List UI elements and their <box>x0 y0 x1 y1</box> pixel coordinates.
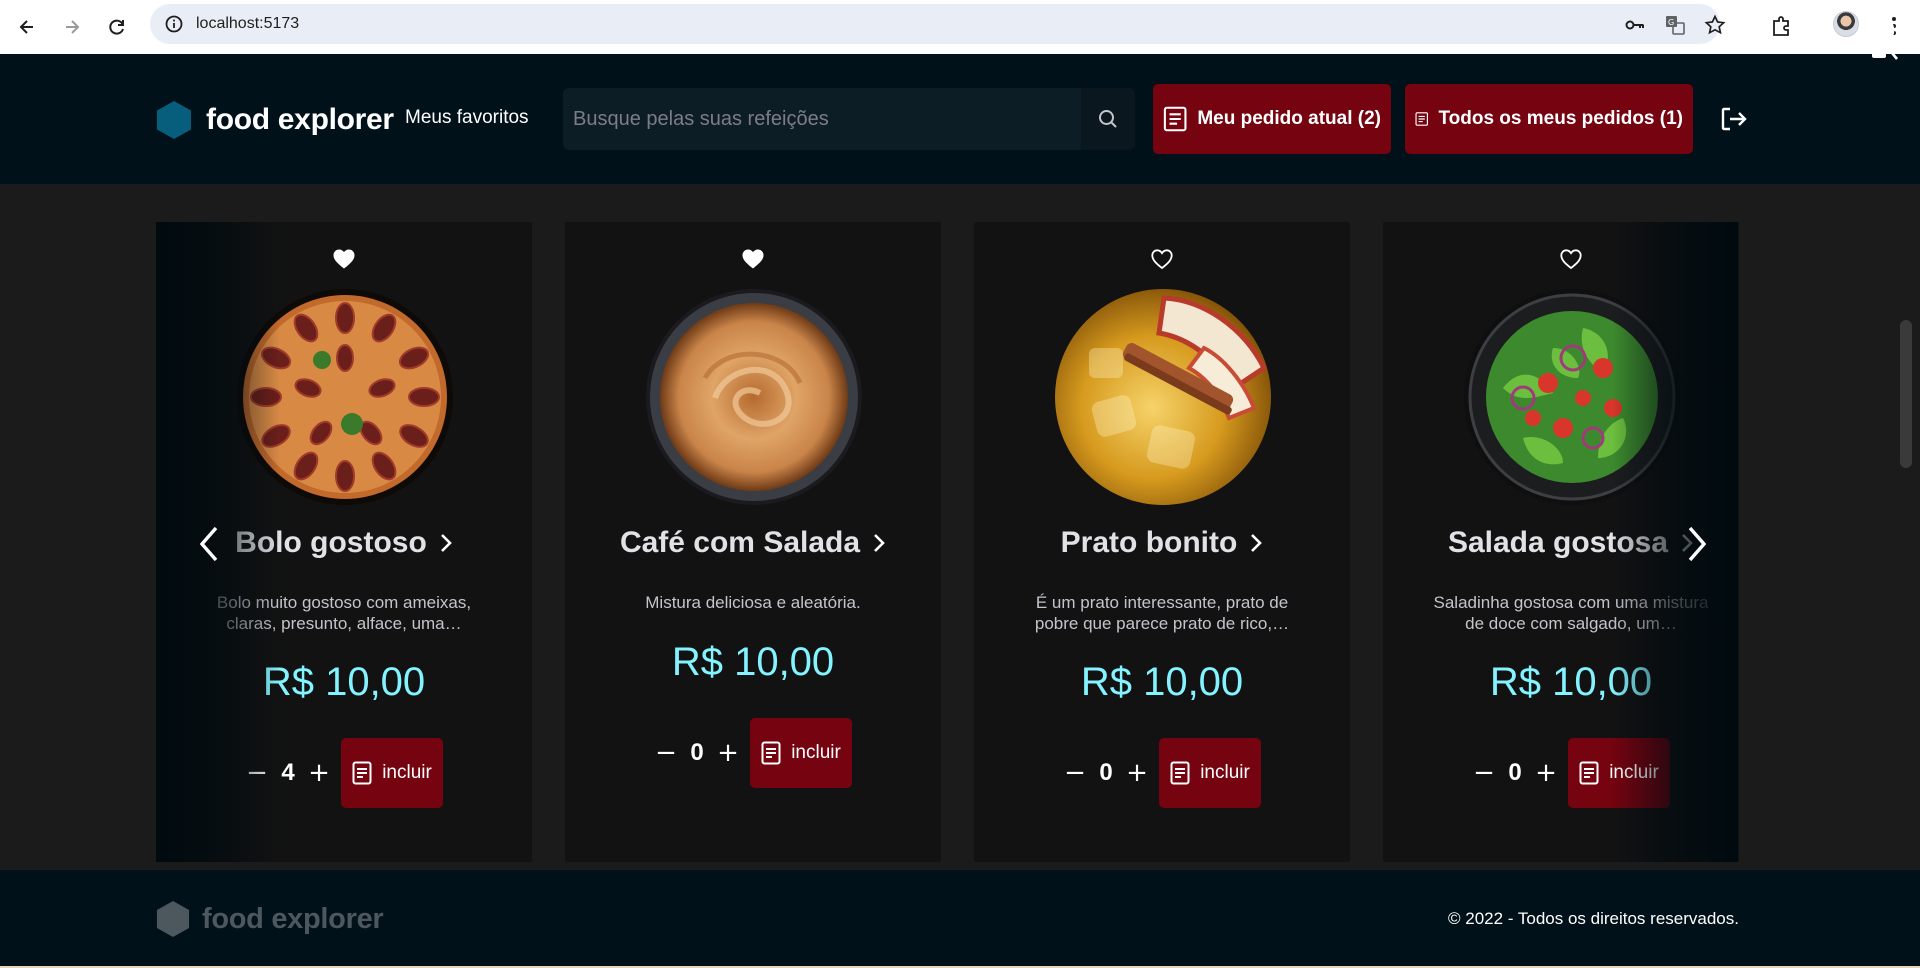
current-order-button[interactable]: Meu pedido atual (2) <box>1153 84 1391 154</box>
receipt-icon <box>1415 112 1428 126</box>
include-label: incluir <box>1609 762 1659 783</box>
dish-price: R$ 10,00 <box>262 660 426 704</box>
include-button[interactable]: incluir <box>1568 738 1670 808</box>
increase-quantity-button[interactable]: + <box>1125 758 1149 788</box>
favorites-link[interactable]: Meus favoritos <box>405 107 529 129</box>
receipt-icon <box>761 741 781 765</box>
include-label: incluir <box>382 762 432 783</box>
chevron-right-icon <box>1251 534 1263 552</box>
extensions-icon[interactable] <box>1767 12 1795 40</box>
hexagon-logo-icon <box>156 901 190 937</box>
receipt-icon <box>352 761 372 785</box>
chevron-right-icon <box>440 534 452 552</box>
increase-quantity-button[interactable]: + <box>716 738 740 768</box>
copyright-text: © 2022 - Todos os direitos reservados. <box>1448 909 1739 928</box>
app-header: food explorer Meus favoritos Meu pedido … <box>0 54 1920 184</box>
quantity-value: 0 <box>690 739 704 766</box>
search-input[interactable] <box>573 88 1073 150</box>
dish-title-row[interactable]: Prato bonito <box>974 526 1350 560</box>
dish-controls: − 0 + incluir <box>565 718 941 788</box>
dish-card[interactable]: Café com Salada Mistura deliciosa e alea… <box>565 222 941 862</box>
forward-icon[interactable] <box>57 12 87 42</box>
hexagon-logo-icon <box>157 101 191 139</box>
dish-price: R$ 10,00 <box>1489 660 1653 704</box>
include-button[interactable]: incluir <box>341 738 443 808</box>
lightbulb-off-icon[interactable] <box>1856 12 1902 62</box>
heart-filled-icon[interactable] <box>741 248 765 270</box>
quantity-value: 0 <box>1099 759 1113 786</box>
search-box <box>563 88 1135 150</box>
url-text[interactable]: localhost:5173 <box>196 15 299 33</box>
svg-text:G: G <box>1668 18 1674 27</box>
back-icon[interactable] <box>12 12 42 42</box>
dish-title[interactable]: Prato bonito <box>1061 526 1238 560</box>
search-button[interactable] <box>1081 88 1135 150</box>
receipt-icon <box>1170 761 1190 785</box>
heart-outline-icon[interactable] <box>1559 248 1583 270</box>
translate-icon[interactable]: G <box>1664 14 1686 36</box>
footer-brand: food explorer <box>156 900 384 938</box>
increase-quantity-button[interactable]: + <box>1534 758 1558 788</box>
include-button[interactable]: incluir <box>1159 738 1261 808</box>
dish-price: R$ 10,00 <box>671 640 835 684</box>
heart-outline-icon[interactable] <box>1150 248 1174 270</box>
footer-brand-name: food explorer <box>202 902 384 935</box>
decrease-quantity-button[interactable]: − <box>654 738 678 768</box>
reload-icon[interactable] <box>102 12 132 42</box>
browser-toolbar: localhost:5173 G <box>0 0 1920 54</box>
current-order-label: Meu pedido atual (2) <box>1197 108 1381 129</box>
dish-description: Bolo muito gostoso com ameixas, claras, … <box>216 593 472 633</box>
receipt-icon <box>1163 106 1187 132</box>
dish-title[interactable]: Café com Salada <box>620 526 860 560</box>
include-label: incluir <box>1200 762 1250 783</box>
password-key-icon[interactable] <box>1624 14 1646 36</box>
include-button[interactable]: incluir <box>750 718 852 788</box>
dish-price: R$ 10,00 <box>1080 660 1244 704</box>
dish-description: Saladinha gostosa com uma mistura de doc… <box>1433 593 1709 633</box>
all-orders-label: Todos os meus pedidos (1) <box>1438 108 1683 129</box>
quantity-value: 0 <box>1508 759 1522 786</box>
dish-card[interactable]: Prato bonito É um prato interessante, pr… <box>974 222 1350 862</box>
dish-description: Mistura deliciosa e aleatória. <box>645 593 861 612</box>
increase-quantity-button[interactable]: + <box>307 758 331 788</box>
dish-image[interactable] <box>1463 288 1681 506</box>
chevron-right-icon <box>874 534 885 552</box>
dish-description: É um prato interessante, prato de pobre … <box>1034 593 1290 633</box>
dish-image[interactable] <box>236 288 454 506</box>
dish-title-row[interactable]: Café com Salada <box>565 526 941 560</box>
decrease-quantity-button[interactable]: − <box>1063 758 1087 788</box>
brand-logo[interactable]: food explorer <box>156 100 394 140</box>
dish-controls: − 0 + incluir <box>1383 738 1739 808</box>
decrease-quantity-button[interactable]: − <box>245 758 269 788</box>
carousel-next-icon[interactable] <box>1682 522 1712 566</box>
address-bar[interactable]: localhost:5173 G <box>150 4 1726 44</box>
decrease-quantity-button[interactable]: − <box>1472 758 1496 788</box>
quantity-value: 4 <box>281 759 295 786</box>
heart-filled-icon[interactable] <box>332 248 356 270</box>
all-orders-button[interactable]: Todos os meus pedidos (1) <box>1405 84 1693 154</box>
include-label: incluir <box>791 742 841 763</box>
dish-image[interactable] <box>645 288 863 506</box>
carousel-prev-icon[interactable] <box>194 522 224 566</box>
page-scrollbar[interactable] <box>1900 320 1912 468</box>
search-icon <box>1099 110 1117 128</box>
dish-title[interactable]: Bolo gostoso <box>235 526 427 560</box>
bookmark-star-icon[interactable] <box>1704 14 1726 36</box>
receipt-icon <box>1579 761 1599 785</box>
dish-controls: − 4 + incluir <box>156 738 532 808</box>
dish-image[interactable] <box>1054 288 1272 506</box>
dish-title[interactable]: Salada gostosa <box>1448 526 1668 560</box>
app-footer: food explorer © 2022 - Todos os direitos… <box>0 870 1920 966</box>
brand-name: food explorer <box>206 103 394 136</box>
sign-out-icon[interactable] <box>1718 104 1748 134</box>
dishes-carousel: Bolo gostoso Bolo muito gostoso com amei… <box>156 222 1739 862</box>
site-info-icon[interactable] <box>164 14 184 34</box>
dish-controls: − 0 + incluir <box>974 738 1350 808</box>
